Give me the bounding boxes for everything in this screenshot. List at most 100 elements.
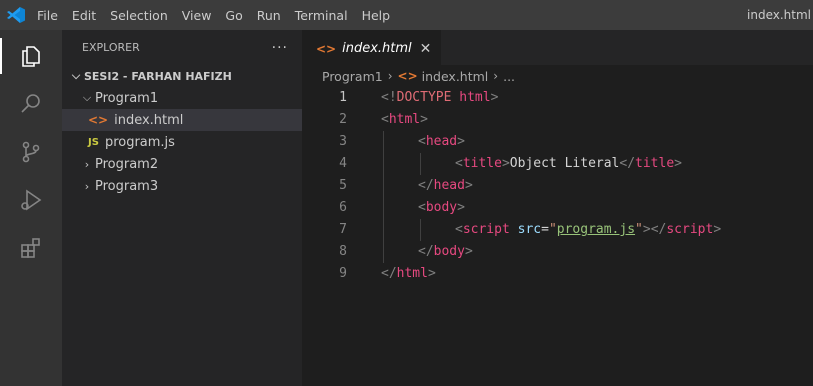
- chevron-right-icon: ›: [84, 157, 90, 171]
- code-token: script: [462, 222, 510, 237]
- code-text: </head>: [418, 175, 473, 197]
- indent-guide: [383, 131, 384, 153]
- workspace-folder-label: SESI2 - FARHAN HAFIZH: [84, 69, 232, 83]
- code-line[interactable]: 6 <body>: [302, 197, 813, 219]
- line-number: 6: [339, 200, 347, 215]
- tree-item-program3[interactable]: › Program3: [62, 175, 302, 197]
- html-file-icon: <>: [316, 41, 337, 56]
- code-token: DOCTYPE: [396, 90, 452, 105]
- html-file-icon: <>: [397, 69, 418, 83]
- breadcrumb-rest[interactable]: ...: [503, 69, 515, 84]
- line-number: 9: [339, 266, 347, 281]
- tree-item-label: index.html: [114, 112, 184, 128]
- indent-guide: [383, 219, 384, 241]
- activity-run-debug[interactable]: [0, 176, 62, 224]
- tree-item-label: Program3: [95, 178, 159, 194]
- code-token: >: [674, 156, 682, 171]
- code-token: title: [462, 156, 502, 171]
- window-title: index.html: [747, 8, 811, 22]
- run-debug-icon: [21, 189, 42, 211]
- tree-item-program2[interactable]: › Program2: [62, 153, 302, 175]
- code-line[interactable]: 5 </head>: [302, 175, 813, 197]
- menu-bar: File Edit Selection View Go Run Terminal…: [37, 0, 404, 30]
- code-token: ></: [642, 222, 667, 237]
- menu-help[interactable]: Help: [362, 8, 391, 23]
- code-token: <!: [381, 90, 397, 105]
- code-token: src: [517, 222, 542, 237]
- explorer-icon: [22, 46, 40, 67]
- code-token[interactable]: program.js: [557, 222, 635, 237]
- code-line[interactable]: 4 <title>Object Literal</title>: [302, 153, 813, 175]
- indent-guide: [383, 197, 384, 219]
- code-line[interactable]: 3 <head>: [302, 131, 813, 153]
- menu-edit[interactable]: Edit: [72, 8, 96, 23]
- code-line[interactable]: 9 </html>: [302, 263, 813, 285]
- activity-extensions[interactable]: [0, 224, 62, 272]
- code-editor[interactable]: 1 <!DOCTYPE html> 2 <html> 3 <head> 4 <title>Ob…: [302, 87, 813, 285]
- code-token: </: [418, 178, 434, 193]
- code-token: html: [459, 90, 491, 105]
- menu-run[interactable]: Run: [257, 8, 281, 23]
- indent-guide: [383, 241, 384, 263]
- code-token: head: [433, 178, 465, 193]
- tree-item-program-js[interactable]: JS program.js: [62, 131, 302, 153]
- code-token: <: [455, 156, 463, 171]
- breadcrumb-file[interactable]: index.html: [422, 69, 489, 84]
- code-token: </: [619, 156, 636, 171]
- line-number: 1: [339, 90, 347, 105]
- line-number: 4: [339, 156, 347, 171]
- line-number: 2: [339, 112, 347, 127]
- code-line[interactable]: 7 <script src="program.js"></script>: [302, 219, 813, 241]
- code-token: >: [427, 266, 436, 281]
- code-token: >: [420, 112, 428, 127]
- explorer-header: EXPLORER ···: [62, 30, 302, 65]
- indent-guide: [383, 153, 384, 175]
- activity-search[interactable]: [0, 80, 62, 128]
- close-icon[interactable]: ✕: [420, 41, 432, 57]
- code-token: >: [464, 244, 473, 259]
- code-token: body: [425, 200, 458, 215]
- vscode-logo-icon[interactable]: [7, 7, 25, 23]
- line-number: 8: [339, 244, 347, 259]
- code-token: head: [425, 134, 458, 149]
- indent-guide: [383, 175, 384, 197]
- more-actions-icon[interactable]: ···: [272, 40, 288, 56]
- code-line[interactable]: 2 <html>: [302, 109, 813, 131]
- code-text: </html>: [381, 263, 436, 285]
- code-token: =: [541, 222, 549, 237]
- line-number: 3: [339, 134, 347, 149]
- indent-guide: [420, 153, 421, 175]
- code-text: <body>: [418, 197, 465, 219]
- title-bar: File Edit Selection View Go Run Terminal…: [0, 0, 813, 30]
- code-line[interactable]: 8 </body>: [302, 241, 813, 263]
- breadcrumb: Program1 › <> index.html › ...: [302, 65, 813, 87]
- code-token: ": [635, 222, 643, 237]
- menu-view[interactable]: View: [182, 8, 212, 23]
- activity-source-control[interactable]: [0, 128, 62, 176]
- code-text: <script src="program.js"></script>: [455, 219, 721, 241]
- workspace-folder[interactable]: ⌵ SESI2 - FARHAN HAFIZH: [62, 65, 302, 87]
- code-token: </: [418, 244, 434, 259]
- code-token: <: [418, 134, 426, 149]
- menu-go[interactable]: Go: [225, 8, 242, 23]
- code-text: <title>Object Literal</title>: [455, 153, 682, 175]
- code-token: <: [381, 112, 389, 127]
- menu-terminal[interactable]: Terminal: [295, 8, 348, 23]
- activity-explorer[interactable]: [0, 32, 62, 80]
- code-token: </: [381, 266, 397, 281]
- indent-guide: [420, 219, 421, 241]
- breadcrumb-folder[interactable]: Program1: [322, 69, 383, 84]
- menu-file[interactable]: File: [37, 8, 58, 23]
- tab-bar: <> index.html ✕: [302, 30, 813, 66]
- html-file-icon: <>: [88, 113, 109, 127]
- code-token: script: [666, 222, 714, 237]
- menu-selection[interactable]: Selection: [110, 8, 168, 23]
- code-token: title: [635, 156, 675, 171]
- code-token: body: [433, 244, 465, 259]
- code-line[interactable]: 1 <!DOCTYPE html>: [302, 87, 813, 109]
- tree-item-program1[interactable]: ⌵ Program1: [62, 87, 302, 109]
- code-token: <: [418, 200, 426, 215]
- tree-item-index-html[interactable]: <> index.html: [62, 109, 302, 131]
- tab-index-html[interactable]: <> index.html ✕: [302, 30, 442, 66]
